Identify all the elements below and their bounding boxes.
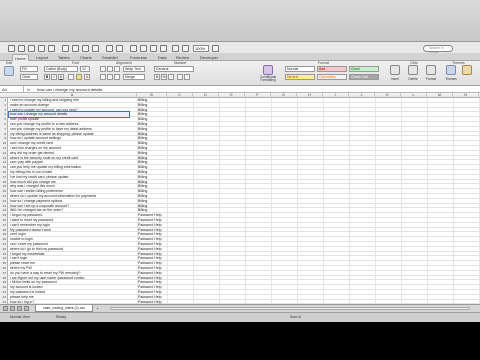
undo-icon[interactable] bbox=[106, 45, 113, 52]
aa-theme-fonts-icon[interactable] bbox=[462, 65, 472, 75]
video-frame: 100% Search in Sheet Home Layout Tables … bbox=[0, 0, 480, 360]
ribbon-home: Edit Fill Clear Font Calibri (Body) 12 B… bbox=[0, 61, 480, 86]
tab-data[interactable]: Data bbox=[156, 54, 168, 61]
style-neutral[interactable]: Neutral bbox=[285, 74, 315, 80]
help-icon[interactable] bbox=[212, 45, 219, 52]
formula-bar: A4 fx how can i change my account detail… bbox=[0, 86, 480, 93]
tab-home[interactable]: Home bbox=[12, 54, 29, 61]
align-top-icon[interactable] bbox=[100, 74, 106, 80]
fill-color-icon[interactable] bbox=[76, 74, 82, 80]
wrap-text-button[interactable]: Wrap Text bbox=[123, 66, 145, 72]
align-center-icon[interactable] bbox=[107, 66, 113, 72]
fx-icon[interactable]: fx bbox=[27, 86, 30, 93]
open-icon[interactable] bbox=[28, 45, 35, 52]
sheet-tab[interactable]: case_routing_intent (2).csv bbox=[35, 305, 93, 312]
decrease-decimal-icon[interactable] bbox=[184, 74, 190, 80]
sort-descending-icon[interactable] bbox=[150, 45, 157, 52]
merge-button[interactable]: Merge bbox=[123, 74, 145, 80]
tab-smartart[interactable]: SmartArt bbox=[100, 54, 120, 61]
paste-icon[interactable] bbox=[82, 45, 89, 52]
templates-icon[interactable] bbox=[18, 45, 25, 52]
paste-icon[interactable] bbox=[4, 66, 14, 76]
autosum-icon[interactable] bbox=[130, 45, 137, 52]
group-label-edit: Edit bbox=[6, 61, 13, 65]
font-name-select[interactable]: Calibri (Body) bbox=[44, 66, 78, 72]
sheet-tab-bar: case_routing_intent (2).csv + bbox=[0, 304, 480, 312]
excel-window: 100% Search in Sheet Home Layout Tables … bbox=[0, 0, 480, 322]
sort-ascending-icon[interactable] bbox=[140, 45, 147, 52]
fill-button[interactable]: Fill bbox=[20, 66, 38, 72]
tab-formulas[interactable]: Formulas bbox=[128, 54, 149, 61]
standard-toolbar: 100% Search in Sheet bbox=[0, 0, 480, 55]
themes-icon[interactable] bbox=[446, 65, 456, 75]
copy-icon[interactable] bbox=[72, 45, 79, 52]
number-format-select[interactable]: General bbox=[154, 66, 194, 72]
ribbon-tabs: Home Layout Tables Charts SmartArt Formu… bbox=[0, 53, 480, 61]
italic-button[interactable]: I bbox=[51, 74, 57, 80]
name-box[interactable]: A4 bbox=[0, 86, 24, 93]
formula-input[interactable]: how can i change my account details bbox=[37, 86, 102, 93]
add-sheet-icon[interactable]: + bbox=[95, 306, 100, 311]
status-bar: Normal View Ready Sum=0 bbox=[0, 312, 480, 322]
print-icon[interactable] bbox=[48, 45, 55, 52]
align-bottom-icon[interactable] bbox=[114, 74, 120, 80]
align-left-icon[interactable] bbox=[100, 66, 106, 72]
zoom-select[interactable]: 100% bbox=[193, 45, 209, 52]
toolbox-icon[interactable] bbox=[182, 45, 189, 52]
spreadsheet-grid[interactable]: ABCDEFGHIJKLMNOPQR 1i need to change my … bbox=[0, 93, 480, 304]
view-mode[interactable]: Normal View bbox=[10, 315, 30, 320]
search-input[interactable]: Search in Sheet bbox=[423, 45, 453, 55]
tab-review[interactable]: Review bbox=[174, 54, 191, 61]
style-bad[interactable]: Bad bbox=[317, 66, 347, 72]
prev-sheet-icon[interactable] bbox=[10, 306, 15, 311]
align-right-icon[interactable] bbox=[114, 66, 120, 72]
clear-button[interactable]: Clear bbox=[20, 74, 38, 80]
tab-charts[interactable]: Charts bbox=[78, 54, 94, 61]
new-icon[interactable] bbox=[8, 45, 15, 52]
filter-icon[interactable] bbox=[160, 45, 167, 52]
style-good[interactable]: Good bbox=[349, 66, 379, 72]
themes-label[interactable]: Themes bbox=[442, 77, 460, 81]
format-icon[interactable] bbox=[426, 65, 436, 75]
horizontal-scrollbar[interactable] bbox=[110, 307, 470, 310]
first-sheet-icon[interactable] bbox=[3, 306, 8, 311]
sum-readout: Sum=0 bbox=[290, 315, 302, 319]
group-label-font: Font bbox=[72, 61, 80, 65]
next-sheet-icon[interactable] bbox=[17, 306, 22, 311]
bold-button[interactable]: B bbox=[44, 74, 50, 80]
currency-icon[interactable]: $ bbox=[154, 74, 160, 80]
delete-label[interactable]: Delete bbox=[404, 77, 422, 81]
conditional-formatting-label[interactable]: Conditional Formatting bbox=[254, 75, 282, 83]
borders-icon[interactable] bbox=[68, 74, 74, 80]
delete-icon[interactable] bbox=[408, 65, 418, 75]
last-sheet-icon[interactable] bbox=[24, 306, 29, 311]
tab-tables[interactable]: Tables bbox=[56, 54, 72, 61]
format-painter-icon[interactable] bbox=[92, 45, 99, 52]
align-middle-icon[interactable] bbox=[107, 74, 113, 80]
group-label-alignment: Alignment bbox=[116, 61, 132, 65]
tab-layout[interactable]: Layout bbox=[34, 54, 50, 61]
tab-developer[interactable]: Developer bbox=[198, 54, 220, 61]
group-label-format: Format bbox=[318, 61, 330, 65]
ready-status: Ready bbox=[56, 315, 67, 319]
group-label-number: Number bbox=[174, 61, 187, 65]
redo-icon[interactable] bbox=[116, 45, 123, 52]
comma-icon[interactable]: , bbox=[168, 74, 174, 80]
conditional-formatting-icon[interactable] bbox=[263, 65, 273, 75]
insert-label[interactable]: Insert bbox=[386, 77, 404, 81]
style-check-cell[interactable]: Check Cell bbox=[349, 74, 379, 80]
underline-button[interactable]: U bbox=[58, 74, 64, 80]
style-calculation[interactable]: Calculation bbox=[317, 74, 347, 80]
font-size-select[interactable]: 12 bbox=[80, 66, 90, 72]
format-label[interactable]: Format bbox=[422, 77, 440, 81]
insert-icon[interactable] bbox=[390, 65, 400, 75]
font-color-icon[interactable]: A bbox=[84, 74, 90, 80]
percent-icon[interactable]: % bbox=[161, 74, 167, 80]
save-icon[interactable] bbox=[38, 45, 45, 52]
gallery-icon[interactable] bbox=[172, 45, 179, 52]
import-icon[interactable] bbox=[62, 45, 69, 52]
increase-decimal-icon[interactable] bbox=[177, 74, 183, 80]
style-normal[interactable]: Normal bbox=[285, 66, 315, 72]
